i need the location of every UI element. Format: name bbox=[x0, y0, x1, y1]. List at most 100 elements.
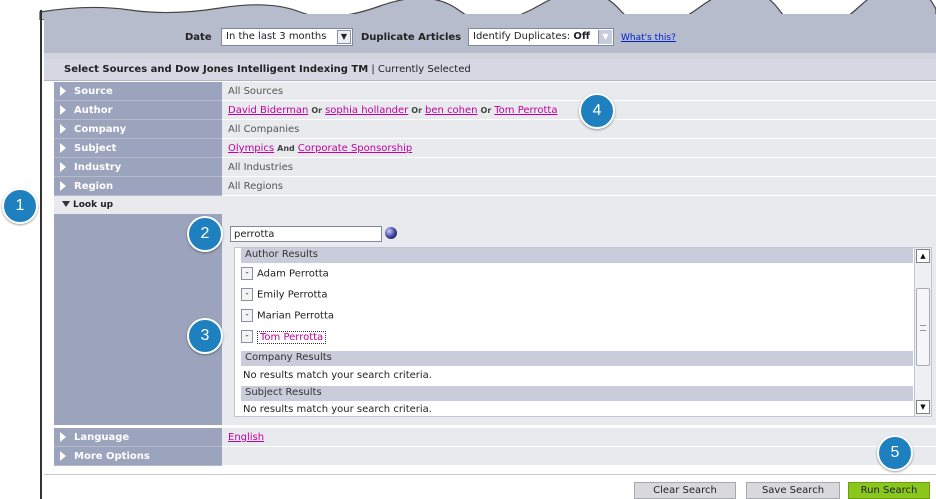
row-subject-label[interactable]: Subject bbox=[54, 139, 222, 158]
author-link[interactable]: Tom Perrotta bbox=[494, 105, 557, 116]
date-select-value: In the last 3 months bbox=[226, 31, 327, 42]
callout-marker: 3 bbox=[187, 318, 223, 354]
row-region[interactable]: Region All Regions bbox=[54, 177, 936, 196]
add-button[interactable]: - bbox=[241, 330, 253, 343]
row-region-label[interactable]: Region bbox=[54, 177, 222, 196]
add-button[interactable]: - bbox=[241, 267, 253, 280]
expand-arrow-icon bbox=[60, 143, 66, 153]
lookup-search-input[interactable] bbox=[230, 226, 382, 242]
date-select[interactable]: In the last 3 months ▼ bbox=[221, 28, 353, 46]
list-item[interactable]: - Marian Perrotta bbox=[241, 309, 334, 325]
expand-arrow-icon bbox=[60, 181, 66, 191]
date-label: Date bbox=[185, 32, 212, 43]
save-search-button[interactable]: Save Search bbox=[746, 482, 840, 499]
row-author-label[interactable]: Author bbox=[54, 101, 222, 120]
company-results-heading: Company Results bbox=[241, 351, 913, 366]
language-link[interactable]: English bbox=[228, 432, 264, 443]
row-company[interactable]: Company All Companies bbox=[54, 120, 936, 139]
collapse-arrow-icon bbox=[62, 201, 70, 207]
row-subject-value: Olympics And Corporate Sponsorship bbox=[222, 139, 936, 158]
row-source[interactable]: Source All Sources bbox=[54, 82, 936, 101]
row-more-options-label[interactable]: More Options bbox=[54, 447, 222, 466]
callout-marker: 2 bbox=[187, 216, 223, 252]
expand-arrow-icon bbox=[60, 105, 66, 115]
duplicate-articles-label: Duplicate Articles bbox=[361, 32, 462, 43]
duplicate-select-value: Off bbox=[573, 31, 590, 42]
footer-divider bbox=[44, 474, 936, 475]
scroll-up-icon[interactable]: ▲ bbox=[916, 249, 930, 263]
duplicate-select-prefix: Identify Duplicates: bbox=[473, 31, 574, 42]
row-label-text: More Options bbox=[74, 451, 150, 462]
expand-arrow-icon bbox=[60, 162, 66, 172]
row-region-value: All Regions bbox=[222, 177, 936, 196]
results-scrollbar[interactable]: ▲ ▼ bbox=[914, 248, 931, 416]
row-language-label[interactable]: Language bbox=[54, 428, 222, 447]
add-button[interactable]: - bbox=[241, 309, 253, 322]
run-search-button[interactable]: Run Search bbox=[848, 482, 930, 499]
subject-results-heading: Subject Results bbox=[241, 386, 913, 401]
lookup-label: Look up bbox=[73, 200, 114, 210]
author-result-name[interactable]: Marian Perrotta bbox=[257, 311, 334, 322]
row-company-value: All Companies bbox=[222, 120, 936, 139]
grip-icon bbox=[920, 325, 926, 331]
duplicate-select[interactable]: Identify Duplicates: Off ▼ bbox=[468, 28, 614, 46]
row-author[interactable]: Author David Biderman Or sophia hollander O… bbox=[54, 101, 936, 120]
section-header: Select Sources and Dow Jones Intelligent… bbox=[44, 59, 936, 81]
lookup-header[interactable]: Look up bbox=[54, 196, 936, 214]
section-title: Select Sources and Dow Jones Intelligent… bbox=[64, 64, 369, 75]
row-more-options-value bbox=[222, 447, 936, 466]
author-result-name[interactable]: Tom Perrotta bbox=[257, 330, 327, 344]
chevron-down-icon[interactable]: ▼ bbox=[337, 30, 351, 44]
row-more-options[interactable]: More Options bbox=[54, 447, 936, 466]
row-language[interactable]: Language English bbox=[54, 428, 936, 447]
row-industry-label[interactable]: Industry bbox=[54, 158, 222, 177]
author-link[interactable]: sophia hollander bbox=[325, 105, 408, 116]
author-results-heading: Author Results bbox=[241, 248, 913, 263]
scroll-down-icon[interactable]: ▼ bbox=[916, 400, 930, 414]
list-item[interactable]: - Emily Perrotta bbox=[241, 288, 327, 304]
operator-text: Or bbox=[411, 106, 423, 115]
expand-arrow-icon bbox=[60, 432, 66, 442]
add-button[interactable]: - bbox=[241, 288, 253, 301]
author-result-name[interactable]: Emily Perrotta bbox=[257, 290, 327, 301]
company-results-empty: No results match your search criteria. bbox=[243, 370, 432, 381]
chevron-down-icon[interactable]: ▼ bbox=[598, 30, 612, 44]
section-subtitle: Currently Selected bbox=[377, 64, 471, 75]
expand-arrow-icon bbox=[60, 86, 66, 96]
clear-search-button[interactable]: Clear Search bbox=[634, 482, 736, 499]
row-subject[interactable]: Subject Olympics And Corporate Sponsorship bbox=[54, 139, 936, 158]
row-language-value: English bbox=[222, 428, 936, 447]
scroll-thumb[interactable] bbox=[916, 288, 930, 366]
row-industry[interactable]: Industry All Industries bbox=[54, 158, 936, 177]
subject-results-empty: No results match your search criteria. bbox=[243, 404, 432, 415]
row-company-label[interactable]: Company bbox=[54, 120, 222, 139]
row-source-label[interactable]: Source bbox=[54, 82, 222, 101]
row-label-text: Author bbox=[74, 105, 113, 116]
operator-text: Or bbox=[311, 106, 323, 115]
callout-marker: 5 bbox=[877, 435, 913, 471]
row-label-text: Industry bbox=[74, 162, 122, 173]
section-separator: | bbox=[371, 64, 375, 75]
row-label-text: Source bbox=[74, 86, 113, 97]
author-link[interactable]: David Biderman bbox=[228, 105, 308, 116]
callout-marker: 4 bbox=[579, 93, 615, 129]
list-item-selected[interactable]: - Tom Perrotta bbox=[241, 330, 327, 346]
lookup-results-list[interactable]: Author Results - Adam Perrotta - Emily Per… bbox=[234, 247, 932, 417]
author-link[interactable]: ben cohen bbox=[425, 105, 477, 116]
row-label-text: Region bbox=[74, 181, 114, 192]
list-item[interactable]: - Adam Perrotta bbox=[241, 267, 329, 283]
whats-this-link[interactable]: What's this? bbox=[621, 33, 676, 43]
search-go-icon[interactable] bbox=[385, 227, 397, 239]
row-source-value: All Sources bbox=[222, 82, 936, 101]
operator-text: And bbox=[277, 144, 295, 153]
operator-text: Or bbox=[480, 106, 492, 115]
row-label-text: Company bbox=[74, 124, 127, 135]
author-result-name[interactable]: Adam Perrotta bbox=[257, 269, 329, 280]
expand-arrow-icon bbox=[60, 451, 66, 461]
subject-link[interactable]: Corporate Sponsorship bbox=[298, 143, 412, 154]
frame-left-border bbox=[40, 10, 42, 499]
subject-link[interactable]: Olympics bbox=[228, 143, 274, 154]
callout-marker: 1 bbox=[2, 188, 38, 224]
expand-arrow-icon bbox=[60, 124, 66, 134]
row-industry-value: All Industries bbox=[222, 158, 936, 177]
